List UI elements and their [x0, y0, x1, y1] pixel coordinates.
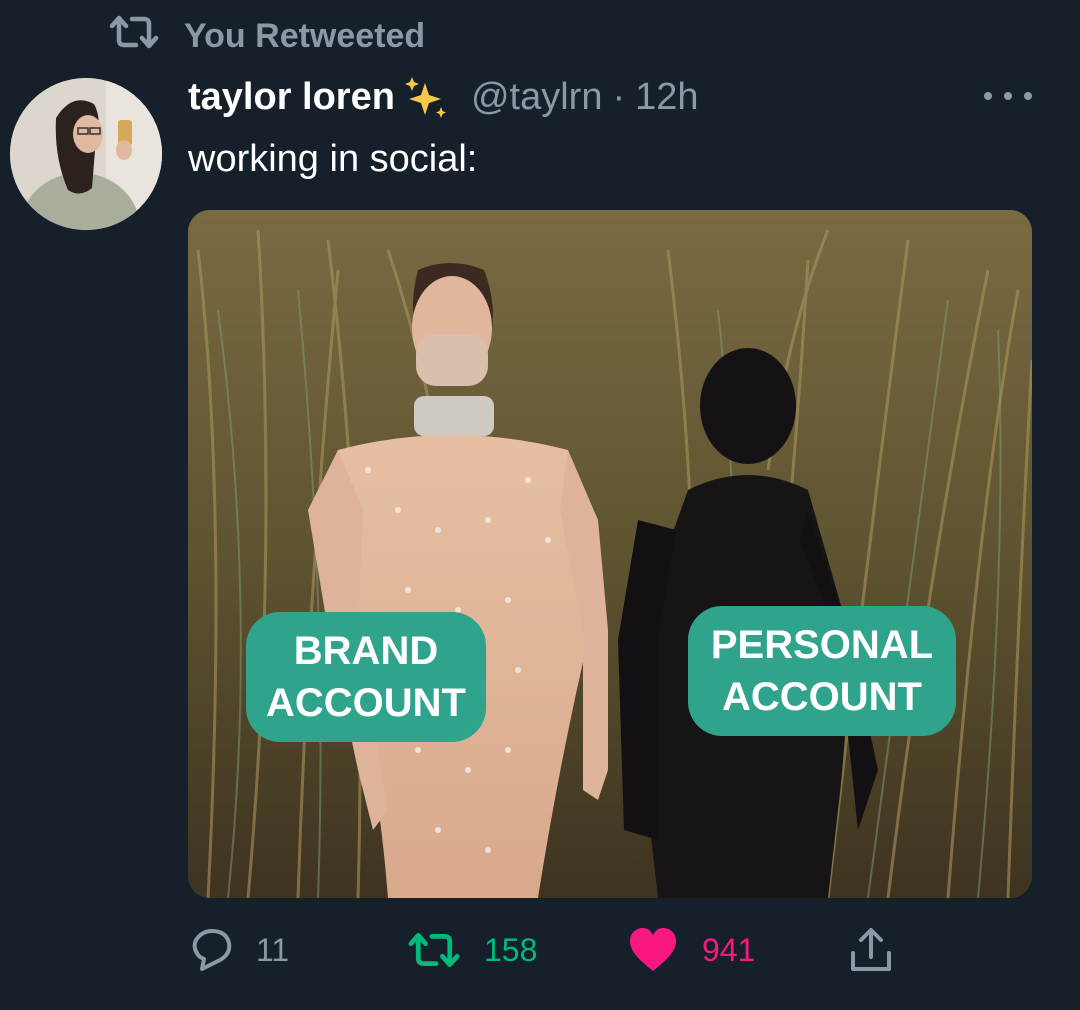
- share-icon: [848, 927, 894, 973]
- retweet-context: You Retweeted: [108, 12, 425, 61]
- retweet-button[interactable]: 158: [406, 920, 537, 980]
- separator-dot: ·: [612, 76, 626, 118]
- retweet-icon: [406, 929, 462, 971]
- tweet-text: working in social:: [188, 138, 478, 180]
- avatar[interactable]: [10, 78, 162, 230]
- like-count: 941: [702, 931, 756, 968]
- share-button[interactable]: [848, 920, 894, 980]
- more-horizontal-icon[interactable]: [984, 84, 1032, 108]
- retweet-context-text: You Retweeted: [184, 17, 426, 55]
- sparkles-emoji: [401, 76, 449, 119]
- tweet-header: taylor loren @taylrn · 12h: [188, 76, 699, 119]
- retweet-count: 158: [484, 931, 538, 968]
- author-handle[interactable]: @taylrn: [471, 76, 603, 119]
- retweet-icon: [108, 12, 160, 61]
- like-button[interactable]: 941: [628, 920, 755, 980]
- tweet-time[interactable]: 12h: [635, 76, 698, 119]
- brand-account-label: BRAND ACCOUNT: [246, 612, 486, 742]
- reply-icon: [188, 927, 234, 973]
- reply-count: 11: [256, 931, 290, 968]
- heart-icon: [628, 927, 678, 973]
- author-display-name[interactable]: taylor loren: [188, 76, 395, 119]
- tweet-actions: 11 158 941: [188, 920, 928, 980]
- reply-button[interactable]: 11: [188, 920, 289, 980]
- personal-account-label: PERSONAL ACCOUNT: [688, 606, 956, 736]
- tweet-media-image[interactable]: BRAND ACCOUNT PERSONAL ACCOUNT: [188, 210, 1032, 898]
